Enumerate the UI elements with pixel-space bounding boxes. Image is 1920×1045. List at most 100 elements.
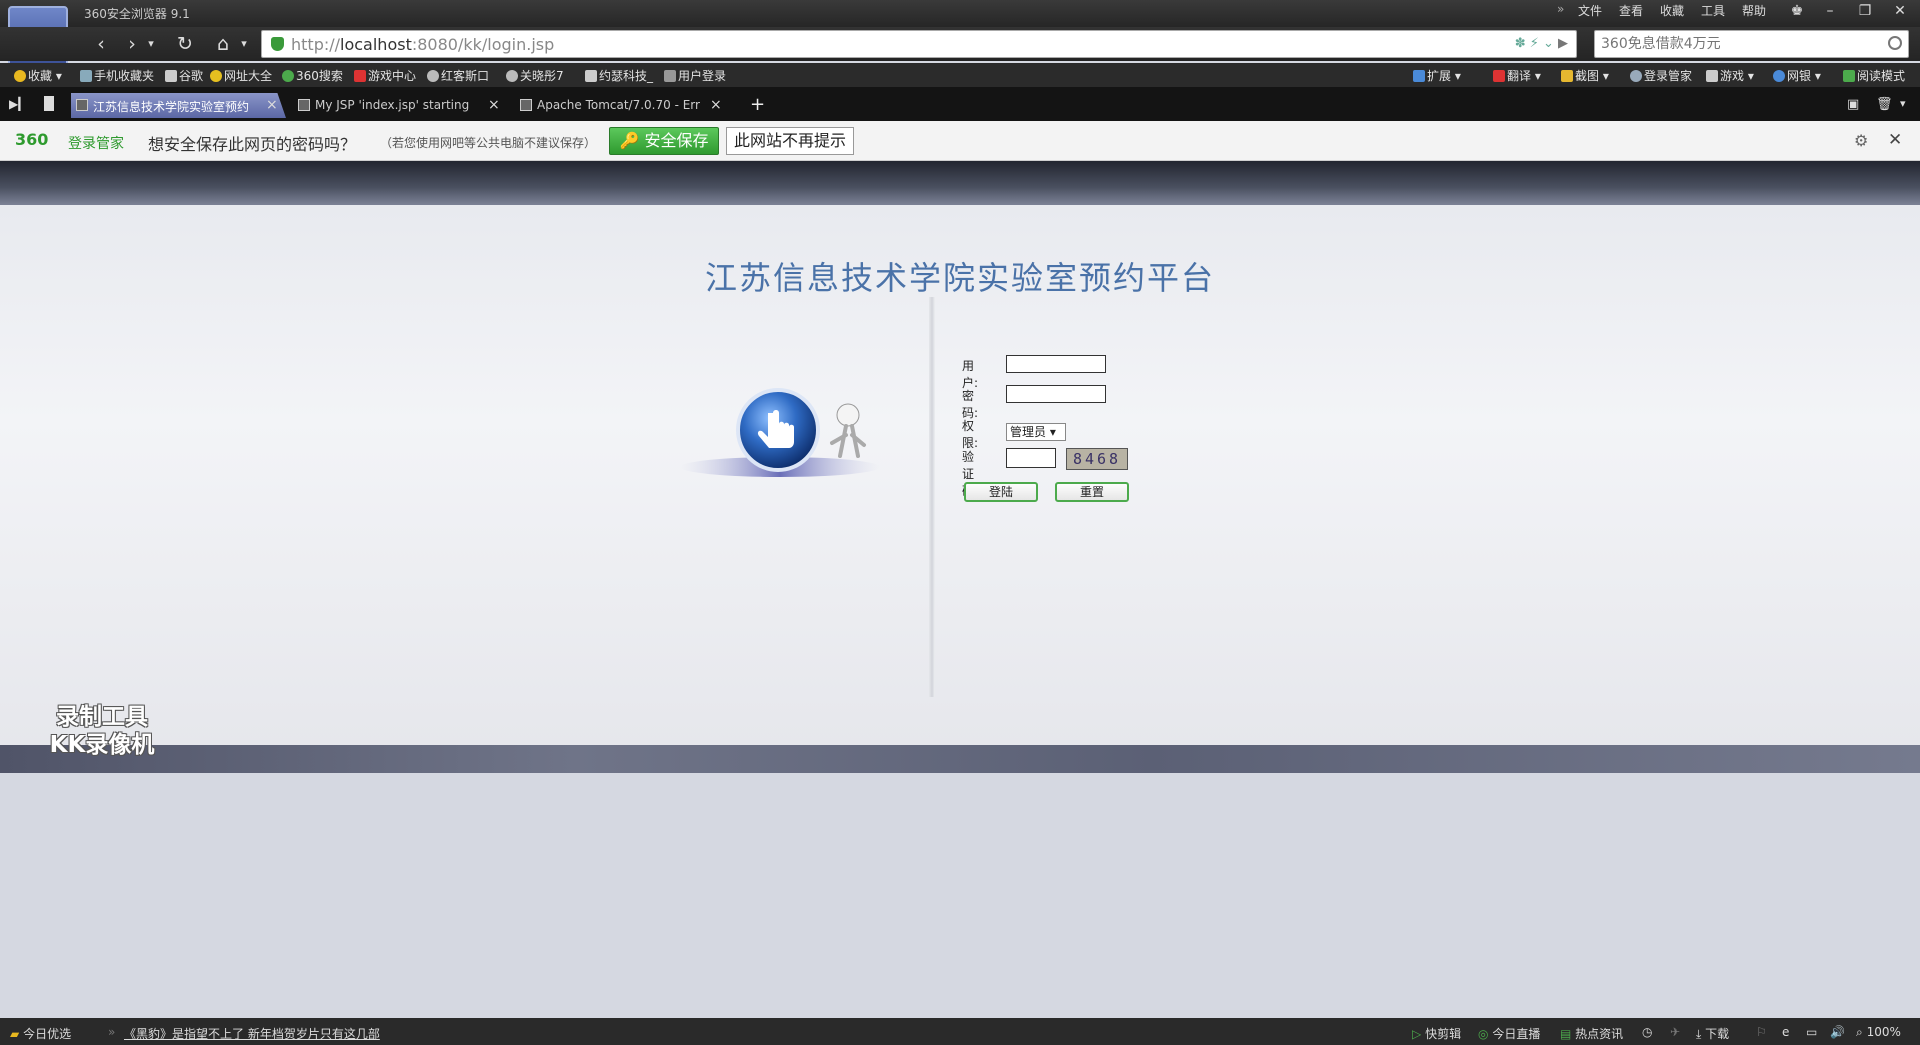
tab-favicon-icon: [298, 99, 310, 111]
bookmark-favorites[interactable]: 收藏 ▾: [14, 67, 62, 84]
address-url[interactable]: http://localhost:8080/kk/login.jsp: [291, 35, 554, 54]
reset-button[interactable]: 重置: [1055, 482, 1129, 502]
search-icon[interactable]: [1888, 36, 1902, 50]
quick-edit[interactable]: ▷ 快剪辑: [1412, 1025, 1461, 1042]
never-prompt-button[interactable]: 此网站不再提示: [726, 127, 854, 155]
ie-mode-icon[interactable]: e: [1782, 1025, 1789, 1039]
close-window-button[interactable]: ✕: [1885, 1, 1915, 23]
page-icon[interactable]: [44, 96, 54, 111]
status-label: 快剪辑: [1425, 1027, 1462, 1041]
tab-index-jsp[interactable]: My JSP 'index.jsp' starting: [293, 93, 483, 118]
menu-file[interactable]: 文件: [1578, 2, 1602, 19]
url-prefix: http://: [291, 35, 341, 54]
bookmark-360search[interactable]: 360搜索: [282, 67, 343, 84]
tool-login-manager[interactable]: 登录管家: [1630, 67, 1692, 84]
news-link[interactable]: 《黑豹》是指望不上了 新年档贺岁片只有这几部: [124, 1025, 380, 1042]
zoom-icon: ⌕: [1856, 1025, 1863, 1039]
page-content: 江苏信息技术学院实验室预约平台 用户: 密码: 权限: 管理员 ▾ 验证码:: [0, 161, 1920, 1018]
status-label: 热点资讯: [1575, 1027, 1624, 1041]
home-dropdown-icon[interactable]: ▾: [237, 32, 251, 56]
accelerate-icon[interactable]: ✈: [1670, 1025, 1680, 1039]
tab-active[interactable]: 江苏信息技术学院实验室预约: [71, 93, 286, 118]
bookmark-guan[interactable]: 关晓彤7: [506, 67, 564, 84]
window-icon[interactable]: ▭: [1806, 1025, 1817, 1039]
today-picks[interactable]: ▰ 今日优选: [10, 1025, 71, 1042]
bookmark-user-login[interactable]: 用户登录: [664, 67, 726, 84]
tool-reading-mode[interactable]: 阅读模式: [1843, 67, 1905, 84]
download[interactable]: ⤓ 下载: [1696, 1025, 1729, 1042]
tool-extensions[interactable]: 扩展 ▾: [1413, 67, 1461, 84]
reload-button[interactable]: ↻: [172, 32, 198, 56]
tab-close-icon[interactable]: ×: [266, 97, 278, 113]
pw-brand-logo: 360: [15, 130, 49, 149]
search-input[interactable]: [1595, 31, 1875, 57]
today-picks-label: 今日优选: [23, 1027, 72, 1041]
back-button[interactable]: ‹: [88, 32, 114, 56]
tool-bank[interactable]: 网银 ▾: [1773, 67, 1821, 84]
bookmark-label: 手机收藏夹: [94, 69, 155, 83]
pw-question: 想安全保存此网页的密码吗？: [148, 135, 357, 154]
bookmark-mobile[interactable]: 手机收藏夹: [80, 67, 154, 84]
restore-button[interactable]: ❐: [1850, 1, 1880, 23]
tab-close-icon[interactable]: ×: [488, 97, 500, 113]
bookmark-label: 红客斯口: [441, 69, 490, 83]
trash-icon[interactable]: 🗑: [1876, 97, 1893, 112]
tab-tomcat[interactable]: Apache Tomcat/7.0.70 - Err: [515, 93, 705, 118]
download-icon: ⤓: [1696, 1027, 1702, 1041]
bookmark-label: 网址大全: [224, 69, 273, 83]
tool-games[interactable]: 游戏 ▾: [1706, 67, 1754, 84]
bookmark-hacker[interactable]: 红客斯口: [427, 67, 489, 84]
search-box[interactable]: [1594, 30, 1909, 58]
user-input[interactable]: [1006, 355, 1106, 373]
forward-button[interactable]: ›: [119, 32, 145, 56]
site-icon: [506, 70, 518, 82]
password-label: 密码:: [962, 389, 979, 420]
safe-save-button[interactable]: 🔑 安全保存: [609, 127, 719, 155]
status-label: 今日直播: [1492, 1027, 1541, 1041]
close-icon[interactable]: ✕: [1888, 130, 1902, 150]
folder-icon: [80, 70, 92, 82]
flag-icon[interactable]: ⚐: [1756, 1025, 1767, 1039]
bookmark-google[interactable]: 谷歌: [165, 67, 203, 84]
gear-icon[interactable]: ⚙: [1854, 131, 1868, 150]
speed-icon[interactable]: ◷: [1642, 1025, 1652, 1039]
history-dropdown-icon[interactable]: ▾: [144, 32, 158, 56]
tab-label: My JSP 'index.jsp' starting: [315, 98, 470, 112]
menu-tools[interactable]: 工具: [1701, 2, 1725, 19]
sidebar-toggle-icon[interactable]: ▶▎: [9, 97, 27, 111]
role-select[interactable]: 管理员 ▾: [1006, 423, 1066, 441]
new-tab-button[interactable]: +: [750, 94, 765, 115]
menu-view[interactable]: 查看: [1619, 2, 1643, 19]
play-icon: ▷: [1412, 1027, 1422, 1041]
hand-click-illustration-icon: [680, 388, 880, 477]
skin-icon[interactable]: ♚: [1782, 1, 1812, 23]
captcha-image[interactable]: 8468: [1066, 448, 1128, 470]
translate-icon: [1493, 70, 1505, 82]
tab-close-icon[interactable]: ×: [710, 97, 722, 113]
zoom-control[interactable]: ⌕ 100%: [1856, 1025, 1901, 1040]
tool-translate[interactable]: 翻译 ▾: [1493, 67, 1541, 84]
volume-icon[interactable]: 🔊: [1830, 1025, 1845, 1039]
login-button[interactable]: 登陆: [964, 482, 1038, 502]
menu-favorites[interactable]: 收藏: [1660, 2, 1684, 19]
home-button[interactable]: ⌂: [210, 32, 236, 56]
password-input[interactable]: [1006, 385, 1106, 403]
tab-menu-icon[interactable]: ▾: [1900, 97, 1906, 110]
live-today[interactable]: ◎ 今日直播: [1478, 1025, 1540, 1042]
minimize-button[interactable]: –: [1815, 1, 1845, 23]
menu-help[interactable]: 帮助: [1742, 2, 1766, 19]
bookmark-games[interactable]: 游戏中心: [354, 67, 416, 84]
tool-label: 登录管家: [1644, 69, 1693, 83]
divider: [929, 297, 935, 697]
captcha-input[interactable]: [1006, 448, 1056, 468]
hot-news[interactable]: ▤ 热点资讯: [1560, 1025, 1623, 1042]
window-mode-icon[interactable]: ▣: [1847, 97, 1859, 112]
bookmark-yuese[interactable]: 约瑟科技_: [585, 67, 653, 84]
pw-note: （若您使用网吧等公共电脑不建议保存）: [380, 136, 597, 150]
safe-save-label: 安全保存: [644, 131, 709, 150]
tool-screenshot[interactable]: 截图 ▾: [1561, 67, 1609, 84]
status-label: 下载: [1705, 1027, 1730, 1041]
address-tools-icons[interactable]: ✽ ⚡ ⌄ ▶: [1515, 36, 1568, 51]
bookmark-portal[interactable]: 网址大全: [210, 67, 272, 84]
address-bar[interactable]: http://localhost:8080/kk/login.jsp ✽ ⚡ ⌄…: [261, 30, 1577, 58]
